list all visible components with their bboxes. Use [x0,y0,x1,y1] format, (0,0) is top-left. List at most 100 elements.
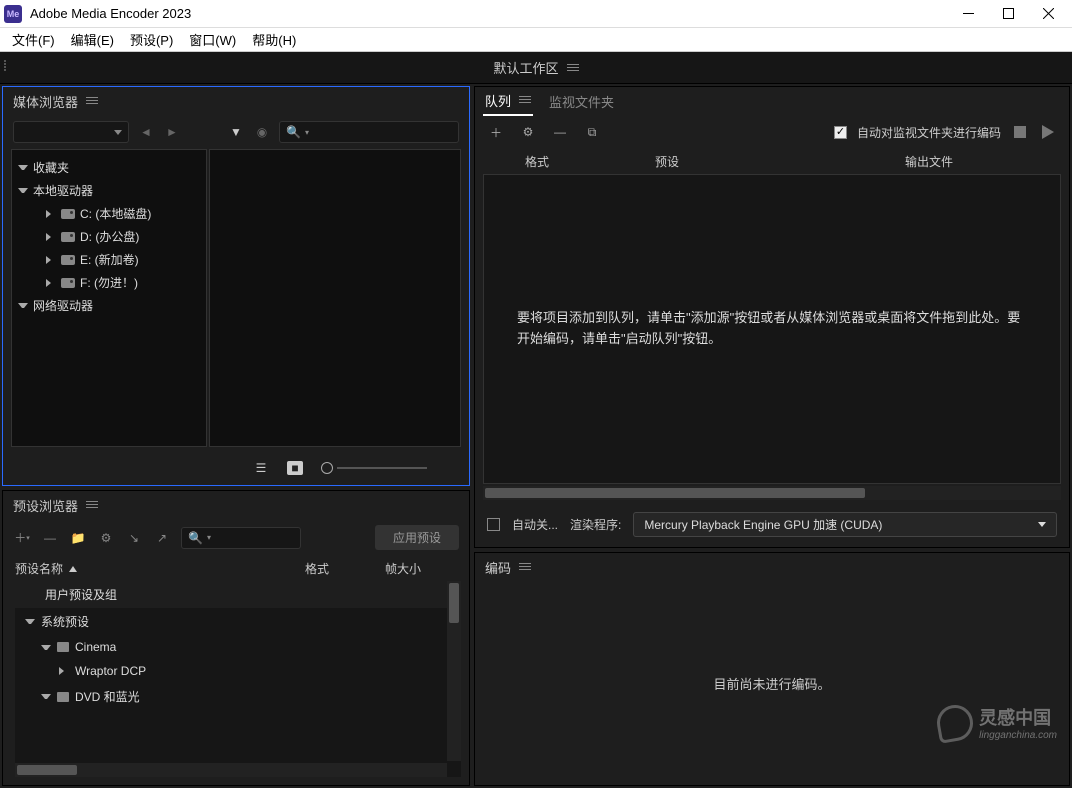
tree-label: F: (勿进！) [80,274,138,291]
app-title: Adobe Media Encoder 2023 [30,6,948,21]
chevron-right-icon[interactable] [46,233,56,241]
add-source-button[interactable]: ＋ [487,123,505,141]
auto-encode-checkbox[interactable] [834,126,847,139]
chevron-down-icon[interactable] [18,188,28,193]
scrollbar-thumb[interactable] [449,583,459,623]
app-icon: Me [4,5,22,23]
chevron-right-icon[interactable] [46,210,56,218]
media-preview-area[interactable] [209,149,461,447]
col-format[interactable]: 格式 [305,560,385,577]
tab-media-browser[interactable]: 媒体浏览器 [11,88,100,115]
hamburger-icon[interactable] [519,95,531,105]
chevron-down-icon[interactable] [41,694,51,699]
preset-list[interactable]: 用户预设及组 系统预设 Cinema Wraptor DCP DVD 和蓝光 [15,581,461,777]
tree-drive-e[interactable]: E: (新加卷) [12,248,206,271]
tree-label: 网络驱动器 [33,297,93,314]
preset-scrollbar-vertical[interactable] [447,581,461,761]
caret-icon: ▾ [305,128,309,137]
hamburger-icon[interactable] [519,562,531,572]
export-icon[interactable]: ↗ [153,529,171,547]
preset-scrollbar-horizontal[interactable] [15,763,447,777]
scrollbar-thumb[interactable] [485,488,865,498]
settings-icon[interactable]: ⚙ [97,529,115,547]
queue-tabs: 队列 监视文件夹 [475,87,1069,115]
preset-wraptor[interactable]: Wraptor DCP [15,659,461,683]
zoom-track[interactable] [337,467,427,469]
remove-preset-button[interactable]: — [41,529,59,547]
chevron-right-icon[interactable] [46,279,56,287]
menu-edit[interactable]: 编辑(E) [65,28,120,51]
tree-local-drives[interactable]: 本地驱动器 [12,179,206,202]
chevron-right-icon[interactable] [46,256,56,264]
remove-item-button[interactable]: — [551,123,569,141]
media-tree[interactable]: 收藏夹 本地驱动器 C: (本地磁盘) D: (办公盘) E: (新加卷) F:… [11,149,207,447]
chevron-down-icon[interactable] [41,645,51,650]
media-path-dropdown[interactable] [13,121,129,143]
col-preset-name[interactable]: 预设名称 [15,560,305,577]
start-queue-button[interactable] [1039,123,1057,141]
menu-help[interactable]: 帮助(H) [246,28,302,51]
tab-preset-browser[interactable]: 预设浏览器 [11,492,100,519]
list-view-button[interactable]: ☰ [253,461,269,475]
minimize-button[interactable] [948,2,988,26]
row-label: 系统预设 [41,613,89,630]
add-preset-button[interactable]: ＋▾ [13,529,31,547]
chevron-down-icon[interactable] [25,619,35,624]
close-button[interactable] [1028,2,1068,26]
zoom-slider[interactable] [321,462,427,474]
tab-encoding[interactable]: 编码 [483,554,533,581]
tree-drive-c[interactable]: C: (本地磁盘) [12,202,206,225]
queue-settings-icon[interactable]: ⚙ [519,123,537,141]
scrollbar-thumb[interactable] [17,765,77,775]
tree-label: E: (新加卷) [80,251,139,268]
workspace-bar: 默认工作区 [0,52,1072,84]
duplicate-icon[interactable]: ⧉ [583,123,601,141]
renderer-dropdown[interactable]: Mercury Playback Engine GPU 加速 (CUDA) [633,512,1057,537]
drag-handle-icon[interactable] [4,60,8,76]
eye-icon[interactable]: ◉ [253,123,271,141]
preset-dvd[interactable]: DVD 和蓝光 [15,683,461,710]
media-search-input[interactable]: 🔍▾ [279,121,459,143]
col-framesize[interactable]: 帧大小 [385,560,457,577]
folder-icon [57,642,69,652]
new-group-button[interactable]: 📁 [69,529,87,547]
menu-file[interactable]: 文件(F) [6,28,61,51]
tree-drive-d[interactable]: D: (办公盘) [12,225,206,248]
queue-drop-area[interactable]: 要将项目添加到队列，请单击"添加源"按钮或者从媒体浏览器或桌面将文件拖到此处。要… [483,174,1061,484]
hamburger-icon[interactable] [86,500,98,510]
media-browser-footer: ☰ ■ [3,455,469,485]
preset-cinema[interactable]: Cinema [15,635,461,659]
col-output: 输出文件 [905,153,1057,170]
zoom-handle-icon[interactable] [321,462,333,474]
caret-icon: ▾ [207,533,211,542]
nav-back-button[interactable]: ◄ [137,123,155,141]
menu-preset[interactable]: 预设(P) [124,28,179,51]
tab-queue[interactable]: 队列 [483,87,533,116]
queue-scrollbar-horizontal[interactable] [483,486,1061,500]
stop-queue-button[interactable] [1011,123,1029,141]
preset-user-group[interactable]: 用户预设及组 [15,581,461,608]
filter-icon[interactable]: ▼ [227,123,245,141]
preset-system-group[interactable]: 系统预设 [15,608,461,635]
window-controls [948,2,1068,26]
auto-close-checkbox[interactable] [487,518,500,531]
nav-forward-button[interactable]: ► [163,123,181,141]
chevron-down-icon[interactable] [18,303,28,308]
hamburger-icon[interactable] [86,96,98,106]
maximize-button[interactable] [988,2,1028,26]
tree-drive-f[interactable]: F: (勿进！) [12,271,206,294]
tab-watch-folder[interactable]: 监视文件夹 [547,88,616,115]
tab-label: 编码 [485,558,511,577]
thumbnail-view-button[interactable]: ■ [287,461,303,475]
tree-network-drives[interactable]: 网络驱动器 [12,294,206,317]
menu-window[interactable]: 窗口(W) [183,28,242,51]
import-icon[interactable]: ↘ [125,529,143,547]
tree-favorites[interactable]: 收藏夹 [12,156,206,179]
chevron-down-icon[interactable] [18,165,28,170]
encoding-panel: 编码 目前尚未进行编码。 灵感中国 lingganchina.com [474,552,1070,786]
workspace-selector[interactable]: 默认工作区 [493,58,578,77]
preset-search-input[interactable]: 🔍▾ [181,527,301,549]
apply-preset-button[interactable]: 应用预设 [375,525,459,550]
title-bar: Me Adobe Media Encoder 2023 [0,0,1072,28]
chevron-right-icon[interactable] [59,667,69,675]
